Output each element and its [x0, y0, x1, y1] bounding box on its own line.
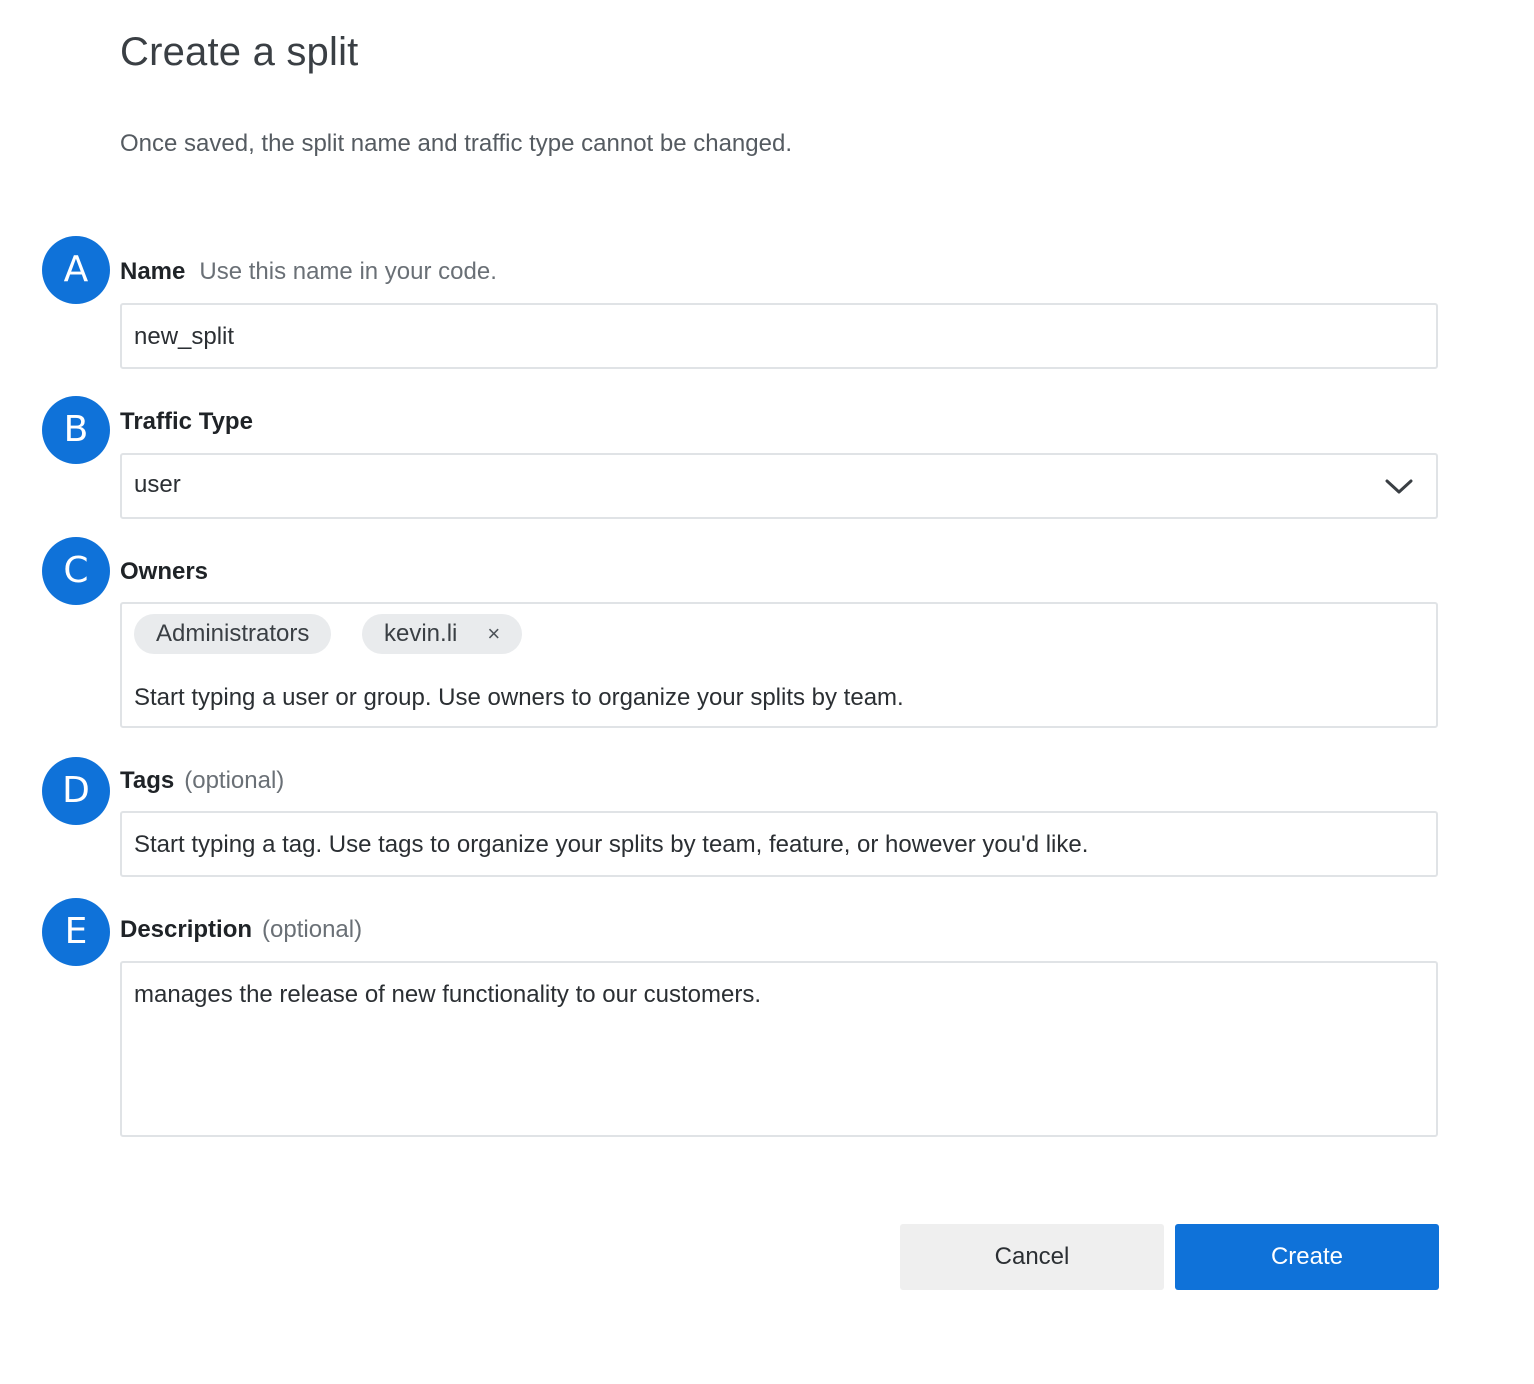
name-field[interactable]: new_split: [120, 303, 1438, 369]
cancel-button[interactable]: Cancel: [900, 1224, 1164, 1290]
tags-placeholder: Start typing a tag. Use tags to organize…: [134, 831, 1089, 858]
description-label: Description: [120, 916, 253, 943]
traffic-type-label-row: Traffic Type: [120, 408, 267, 436]
description-textarea[interactable]: manages the release of new functionality…: [120, 961, 1438, 1137]
page-title: Create a split: [120, 30, 359, 74]
chevron-down-icon[interactable]: [1384, 475, 1414, 497]
tags-label-row: Tags (optional): [120, 767, 284, 795]
tags-field[interactable]: Start typing a tag. Use tags to organize…: [120, 811, 1438, 877]
marker-a: A: [42, 236, 110, 304]
owner-chip-kevin-li[interactable]: kevin.li ×: [362, 614, 523, 654]
description-label-row: Description (optional): [120, 916, 362, 944]
owners-label: Owners: [120, 558, 209, 585]
create-button[interactable]: Create: [1175, 1224, 1439, 1290]
owners-field[interactable]: Administrators kevin.li × Start typing a …: [120, 602, 1438, 728]
traffic-type-value: user: [134, 471, 181, 498]
owner-chip-administrators[interactable]: Administrators: [134, 614, 332, 654]
traffic-type-select[interactable]: user: [120, 453, 1438, 519]
marker-b: B: [42, 396, 110, 464]
owners-placeholder: Start typing a user or group. Use owners…: [134, 684, 904, 711]
owners-label-row: Owners: [120, 558, 222, 586]
tags-label: Tags: [120, 767, 175, 794]
create-split-dialog: Create a split Once saved, the split nam…: [0, 0, 1534, 1384]
traffic-type-label: Traffic Type: [120, 408, 253, 435]
owner-chip-label: kevin.li: [384, 620, 458, 647]
description-value: manages the release of new functionality…: [134, 981, 761, 1008]
marker-c: C: [42, 537, 110, 605]
name-label: Name: [120, 258, 186, 285]
marker-d: D: [42, 757, 110, 825]
name-value: new_split: [134, 323, 235, 350]
owner-chip-label: Administrators: [156, 620, 310, 647]
tags-hint: (optional): [184, 767, 285, 794]
name-label-row: Name Use this name in your code.: [120, 258, 497, 286]
name-hint: Use this name in your code.: [199, 258, 497, 285]
page-subtitle: Once saved, the split name and traffic t…: [120, 130, 792, 157]
marker-e: E: [42, 898, 110, 966]
description-hint: (optional): [262, 916, 363, 943]
close-icon[interactable]: ×: [487, 614, 500, 654]
